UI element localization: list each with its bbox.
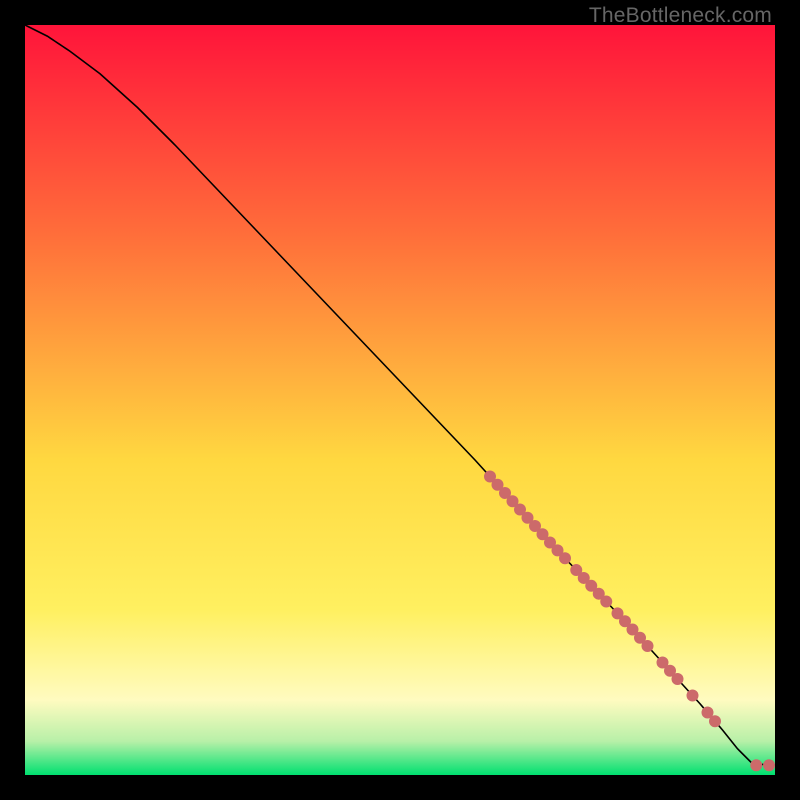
curve-marker (763, 759, 775, 771)
curve-marker (709, 715, 721, 727)
watermark-text: TheBottleneck.com (589, 4, 772, 28)
curve-marker (642, 640, 654, 652)
curve-marker (672, 673, 684, 685)
curve-marker (687, 690, 699, 702)
chart-plot (25, 25, 775, 775)
curve-marker (559, 552, 571, 564)
chart-stage: TheBottleneck.com (0, 0, 800, 800)
curve-marker (750, 759, 762, 771)
curve-marker (600, 596, 612, 608)
